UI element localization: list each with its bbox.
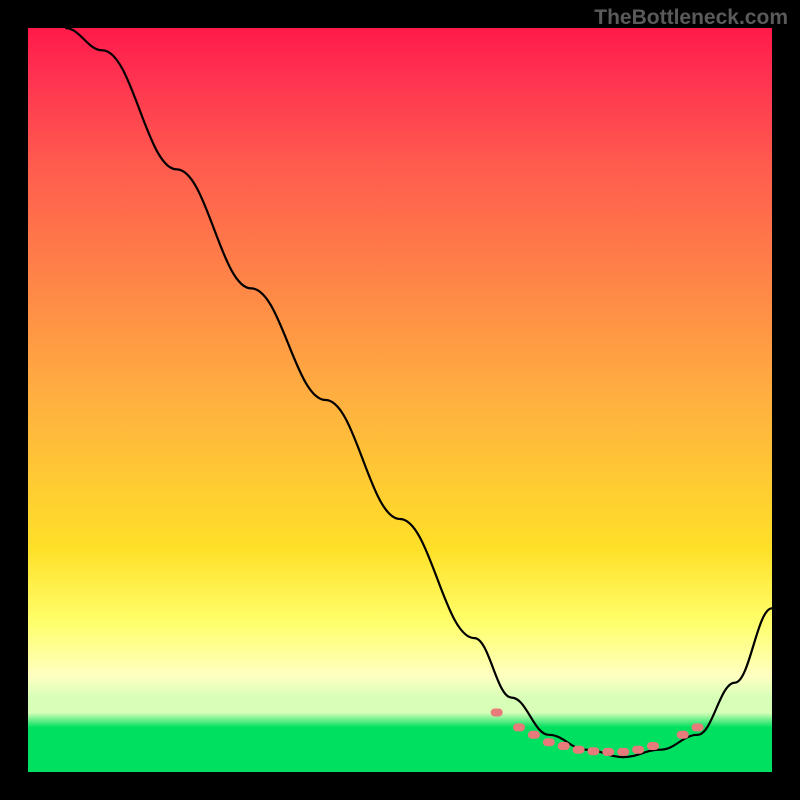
main-curve — [65, 28, 772, 757]
watermark-text: TheBottleneck.com — [594, 6, 788, 30]
marker-point — [513, 723, 525, 731]
marker-point — [677, 731, 689, 739]
marker-point — [692, 723, 704, 731]
chart-svg — [28, 28, 772, 772]
marker-point — [602, 748, 614, 756]
marker-point — [491, 709, 503, 717]
marker-group — [491, 709, 704, 756]
marker-point — [573, 746, 585, 754]
marker-point — [617, 748, 629, 756]
marker-point — [558, 742, 570, 750]
marker-point — [543, 738, 555, 746]
marker-point — [587, 747, 599, 755]
plot-area — [28, 28, 772, 772]
marker-point — [528, 731, 540, 739]
marker-point — [647, 742, 659, 750]
marker-point — [632, 746, 644, 754]
